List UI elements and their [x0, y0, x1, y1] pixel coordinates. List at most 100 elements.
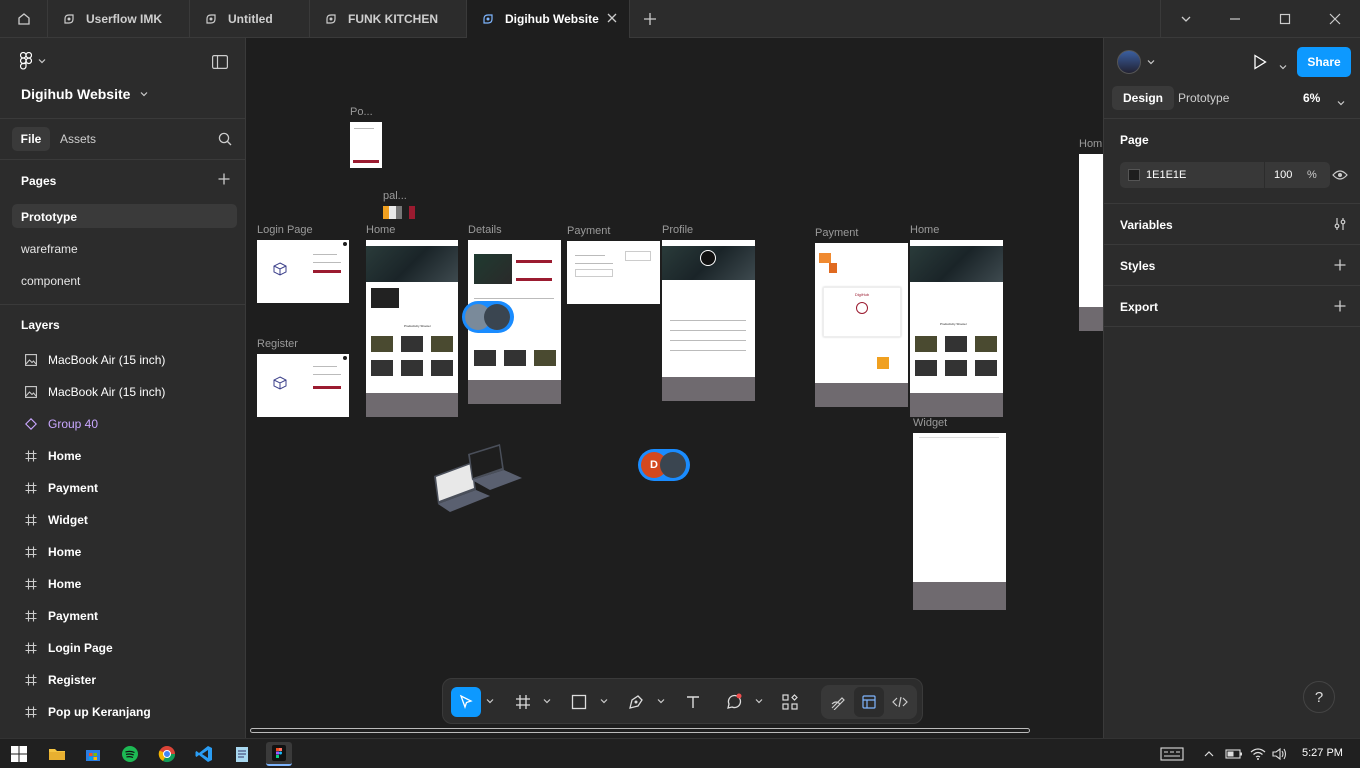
resize-handle[interactable]	[341, 354, 349, 362]
comment-avatars[interactable]: D	[638, 449, 690, 481]
page-item-wareframe[interactable]: wareframe	[21, 242, 78, 256]
chevron-down-icon[interactable]	[600, 697, 608, 705]
draw-mode-button[interactable]	[823, 687, 853, 717]
zoom-level[interactable]: 6%	[1303, 91, 1320, 105]
figma-app[interactable]	[266, 742, 292, 766]
canvas[interactable]: Po... pal... Login Page Register Home Pr…	[246, 38, 1103, 738]
main-menu-button[interactable]	[20, 52, 46, 70]
frame-tool[interactable]	[508, 687, 538, 717]
comment-avatars[interactable]	[462, 301, 514, 333]
layer-row[interactable]: MacBook Air (15 inch)	[0, 382, 245, 402]
layer-row[interactable]: Home	[0, 446, 245, 466]
home-button[interactable]	[0, 0, 48, 38]
frame-label-widget[interactable]: Widget	[913, 417, 947, 429]
rectangle-tool[interactable]	[564, 687, 594, 717]
tab-digihub-website[interactable]: Digihub Website	[467, 0, 630, 38]
page-background-field[interactable]: 1E1E1E 100 %	[1120, 162, 1330, 188]
frame-label-palette[interactable]: pal...	[383, 190, 407, 202]
help-button[interactable]: ?	[1303, 681, 1335, 713]
frame-label-home[interactable]: Home	[366, 224, 395, 236]
tab-assets[interactable]: Assets	[60, 132, 96, 146]
close-window-button[interactable]	[1310, 0, 1360, 38]
vscode-app[interactable]	[191, 742, 217, 766]
tab-design[interactable]: Design	[1112, 86, 1174, 110]
maximize-button[interactable]	[1260, 0, 1310, 38]
toggle-visibility-button[interactable]	[1332, 168, 1348, 186]
tab-file[interactable]: File	[12, 127, 50, 151]
horizontal-scrollbar[interactable]	[250, 728, 1030, 733]
tab-untitled[interactable]: Untitled	[190, 0, 310, 38]
minimize-button[interactable]	[1210, 0, 1260, 38]
layer-row[interactable]: Home	[0, 574, 245, 594]
file-explorer-app[interactable]	[44, 742, 70, 766]
background-opacity[interactable]: 100	[1274, 169, 1292, 181]
frame-widget[interactable]	[913, 433, 1006, 610]
wifi-status[interactable]	[1248, 742, 1268, 766]
close-tab-icon[interactable]	[605, 11, 619, 25]
chevron-down-icon[interactable]	[755, 697, 763, 705]
present-options-button[interactable]	[1279, 58, 1287, 76]
tray-expand-button[interactable]	[1200, 742, 1218, 766]
layer-row[interactable]: Pop up Keranjang	[0, 702, 245, 722]
layer-row[interactable]: Payment	[0, 606, 245, 626]
frame-home[interactable]	[1079, 154, 1103, 331]
search-button[interactable]	[218, 132, 232, 151]
frame-payment[interactable]: DigiHub	[815, 243, 908, 407]
frame-label-register[interactable]: Register	[257, 338, 298, 350]
frame-label-home[interactable]: Hom	[1079, 138, 1102, 150]
frame-popup[interactable]	[350, 122, 382, 168]
color-palette[interactable]	[383, 206, 416, 219]
layer-row[interactable]: Payment	[0, 478, 245, 498]
layer-row[interactable]: Group 40	[0, 414, 245, 434]
frame-home[interactable]: Productivity Shooter	[910, 240, 1003, 417]
present-button[interactable]	[1253, 54, 1267, 75]
spotify-app[interactable]	[117, 742, 143, 766]
notepad-app[interactable]	[229, 742, 255, 766]
battery-status[interactable]	[1224, 742, 1244, 766]
comment-tool[interactable]	[719, 687, 749, 717]
layer-row[interactable]: Home	[0, 542, 245, 562]
move-tool[interactable]	[451, 687, 481, 717]
resize-handle[interactable]	[341, 240, 349, 248]
frame-payment[interactable]	[567, 241, 660, 304]
tab-funk-kitchen[interactable]: FUNK KITCHEN	[310, 0, 467, 38]
layer-row[interactable]: Widget	[0, 510, 245, 530]
variables-settings-button[interactable]	[1333, 217, 1347, 236]
clock[interactable]: 5:27 PM	[1302, 747, 1343, 759]
frame-profile[interactable]	[662, 240, 755, 401]
dev-mode-button[interactable]	[885, 687, 915, 717]
frame-label-payment[interactable]: Payment	[815, 227, 858, 239]
tab-userflow[interactable]: Userflow IMK	[48, 0, 190, 38]
frame-label-payment[interactable]: Payment	[567, 225, 610, 237]
frame-label-home[interactable]: Home	[910, 224, 939, 236]
chevron-down-icon[interactable]	[486, 697, 494, 705]
frame-label-popup[interactable]: Po...	[350, 106, 373, 118]
actions-tool[interactable]	[775, 687, 805, 717]
zoom-menu-button[interactable]	[1337, 94, 1345, 112]
store-app[interactable]	[80, 742, 106, 766]
pen-tool[interactable]	[621, 687, 651, 717]
color-swatch[interactable]	[1128, 169, 1140, 181]
frame-label-details[interactable]: Details	[468, 224, 502, 236]
toggle-sidebar-button[interactable]	[212, 55, 229, 74]
laptop-mockup[interactable]	[432, 440, 524, 518]
chrome-app[interactable]	[154, 742, 180, 766]
chevron-down-icon[interactable]	[543, 697, 551, 705]
variables-section-title[interactable]: Variables	[1120, 218, 1173, 232]
frame-label-login[interactable]: Login Page	[257, 224, 313, 236]
text-tool[interactable]	[678, 687, 708, 717]
frame-label-profile[interactable]: Profile	[662, 224, 693, 236]
add-export-button[interactable]	[1333, 299, 1347, 318]
user-menu[interactable]	[1117, 50, 1155, 74]
new-tab-button[interactable]	[630, 0, 670, 38]
frame-home[interactable]: Productivity Shooter	[366, 240, 458, 417]
keyboard-layout[interactable]	[1158, 742, 1186, 766]
layer-row[interactable]: MacBook Air (15 inch)	[0, 350, 245, 370]
tab-prototype[interactable]: Prototype	[1178, 91, 1229, 105]
frame-register[interactable]	[257, 354, 349, 417]
share-button[interactable]: Share	[1297, 47, 1351, 77]
design-mode-button[interactable]	[854, 687, 884, 717]
background-hex[interactable]: 1E1E1E	[1146, 169, 1186, 181]
add-page-button[interactable]	[217, 172, 231, 191]
add-style-button[interactable]	[1333, 258, 1347, 277]
